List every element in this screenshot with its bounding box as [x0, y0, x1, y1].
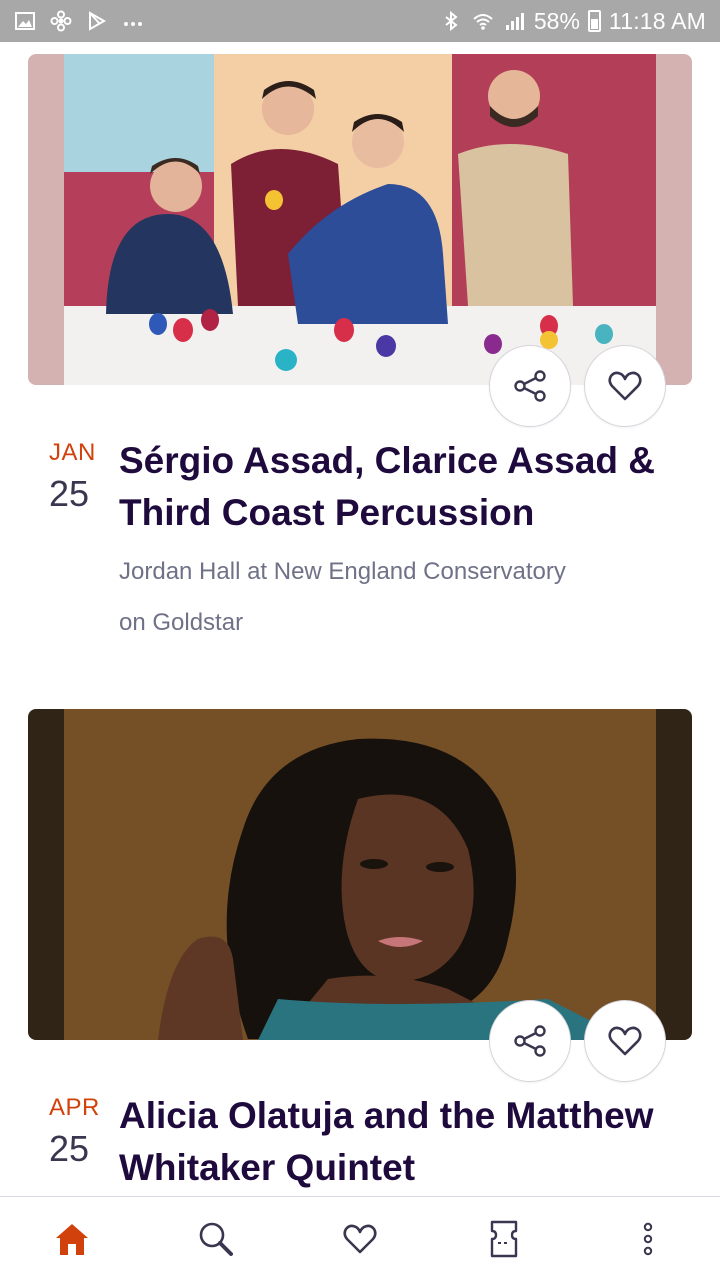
status-right: 58% 11:18 AM: [440, 8, 706, 35]
fan-icon: [50, 10, 72, 32]
date-day: 25: [49, 473, 90, 514]
signal-icon: [505, 13, 524, 30]
event-card[interactable]: JAN 25 Sérgio Assad, Clarice Assad & Thi…: [28, 54, 692, 674]
event-card[interactable]: APR 25 Alicia Olatuja and the Matthew Wh…: [28, 709, 692, 1196]
heart-icon: [608, 1026, 642, 1056]
event-title[interactable]: Alicia Olatuja and the Matthew Whitaker …: [119, 1090, 679, 1194]
status-left: [14, 10, 144, 32]
like-button[interactable]: [584, 1000, 666, 1082]
more-vertical-icon: [643, 1222, 653, 1255]
date-month: APR: [49, 1094, 100, 1121]
ticket-icon: [490, 1220, 518, 1257]
wifi-icon: [473, 14, 493, 30]
battery-icon: [587, 10, 601, 32]
nav-likes[interactable]: [288, 1197, 432, 1280]
nav-tickets[interactable]: [432, 1197, 576, 1280]
event-date: APR 25: [49, 1094, 119, 1170]
share-icon: [514, 1025, 546, 1057]
event-title[interactable]: Sérgio Assad, Clarice Assad & Third Coas…: [119, 435, 679, 539]
date-month: JAN: [49, 439, 96, 466]
event-image[interactable]: [28, 54, 692, 385]
like-button[interactable]: [584, 345, 666, 427]
date-day: 25: [49, 1128, 90, 1169]
event-venue: Jordan Hall at New England Conservatory: [119, 558, 566, 585]
nav-more[interactable]: [576, 1197, 720, 1280]
share-button[interactable]: [489, 1000, 571, 1082]
share-button[interactable]: [489, 345, 571, 427]
event-photo-singer: [28, 709, 692, 1040]
play-store-icon: [89, 11, 107, 31]
bottom-navigation: [0, 1196, 720, 1280]
event-image[interactable]: [28, 709, 692, 1040]
share-icon: [514, 370, 546, 402]
image-notification-icon: [15, 12, 35, 30]
search-icon: [199, 1222, 233, 1256]
bluetooth-icon: [445, 10, 458, 32]
heart-icon: [343, 1224, 377, 1253]
heart-icon: [608, 371, 642, 401]
nav-search[interactable]: [144, 1197, 288, 1280]
status-bar: 58% 11:18 AM: [0, 0, 720, 42]
battery-percent: 58%: [533, 7, 580, 34]
event-date: JAN 25: [49, 439, 119, 515]
nav-home[interactable]: [0, 1197, 144, 1280]
event-source: on Goldstar: [119, 609, 244, 636]
event-feed[interactable]: JAN 25 Sérgio Assad, Clarice Assad & Thi…: [0, 42, 720, 1196]
home-icon: [56, 1223, 88, 1255]
more-notifications-icon: [124, 22, 142, 26]
status-time: 11:18 AM: [608, 7, 706, 34]
event-photo-percussion: [28, 54, 692, 385]
